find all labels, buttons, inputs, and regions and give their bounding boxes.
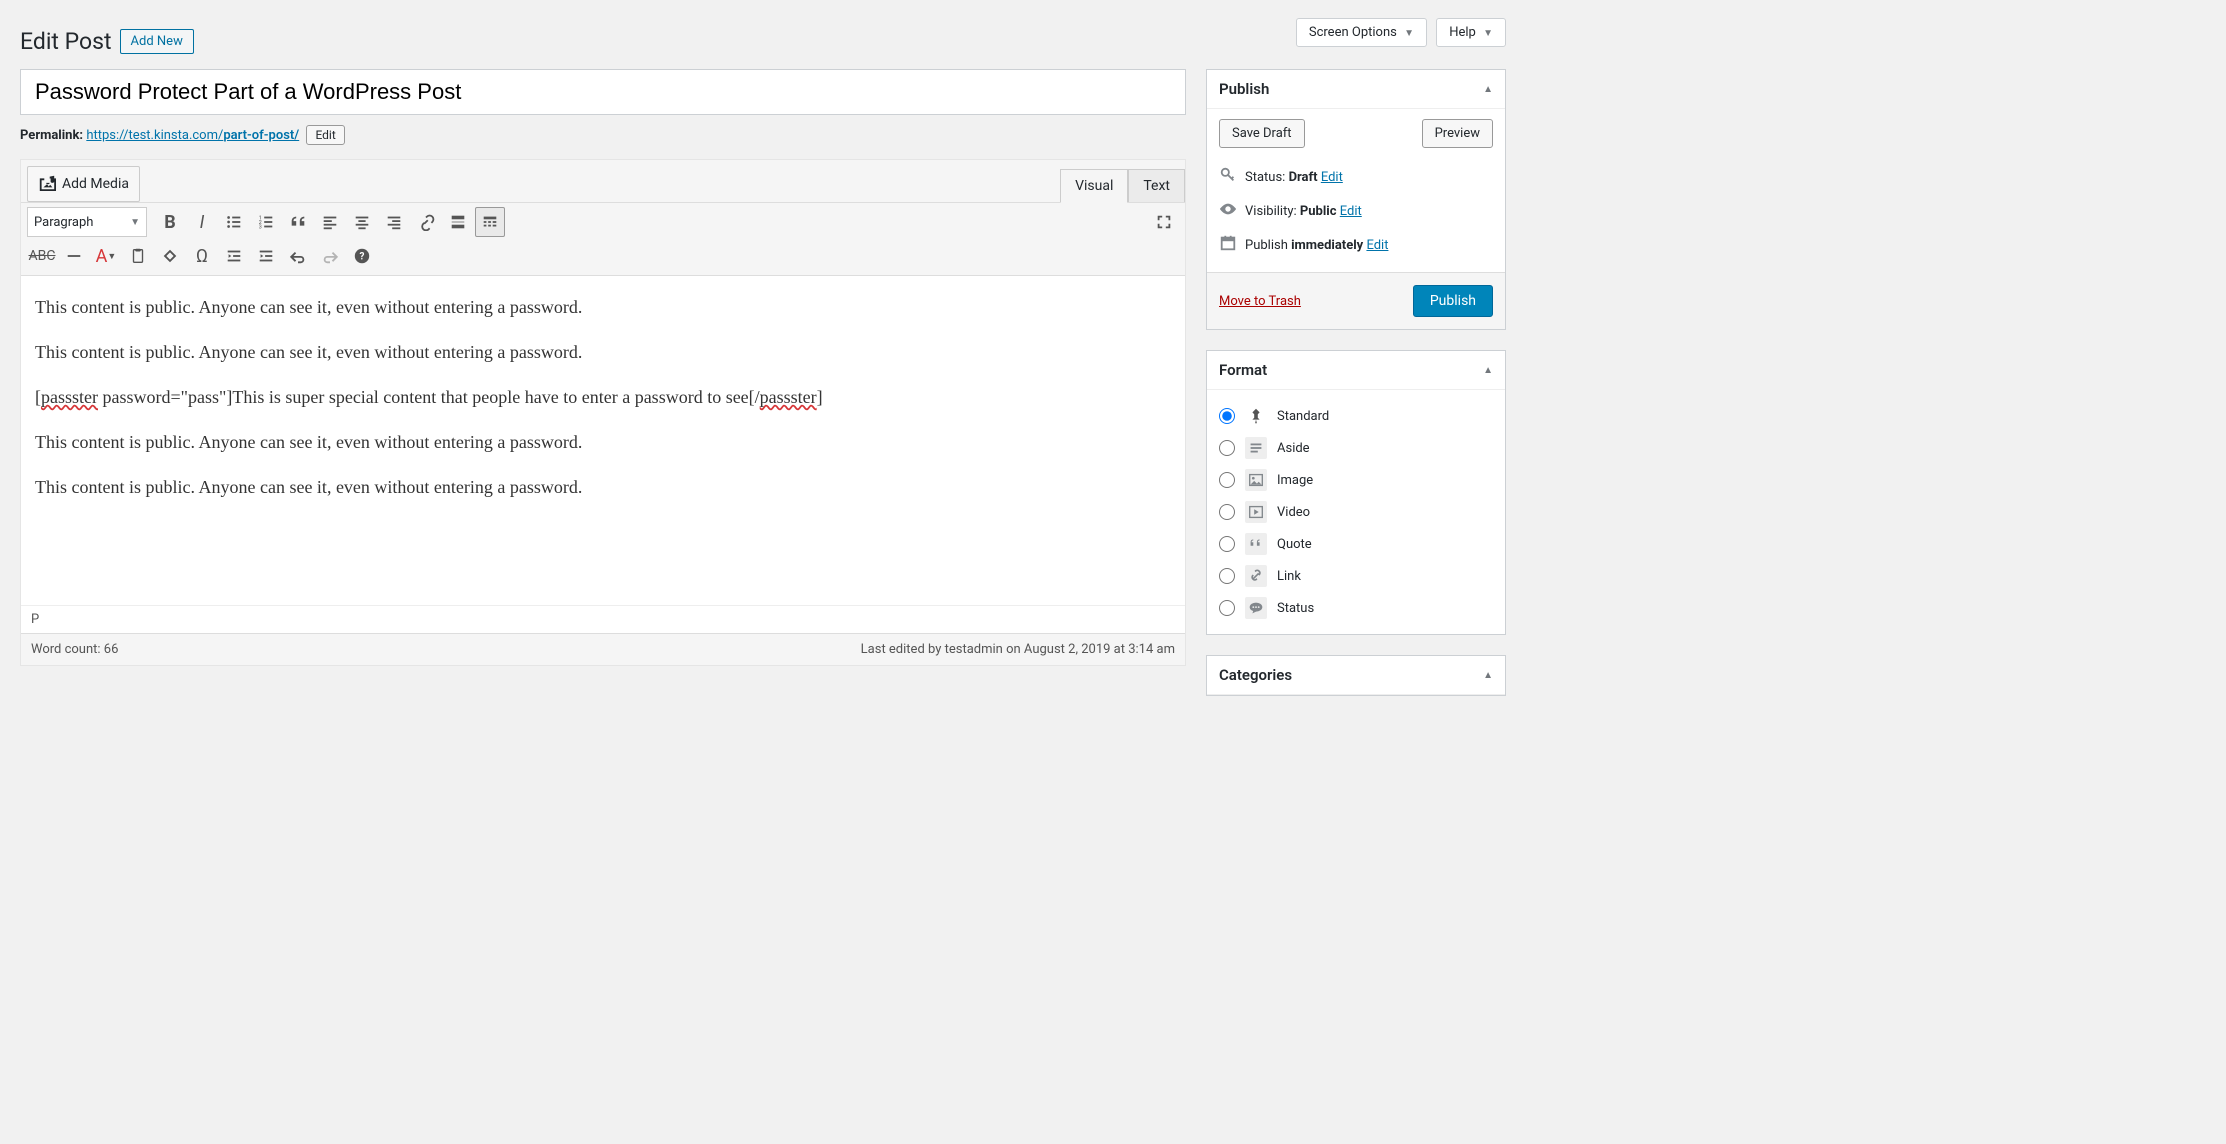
- undo-button[interactable]: [283, 241, 313, 271]
- tab-text[interactable]: Text: [1128, 169, 1185, 202]
- format-option-link[interactable]: Link: [1219, 560, 1493, 592]
- add-media-button[interactable]: Add Media: [27, 166, 140, 202]
- edit-permalink-button[interactable]: Edit: [306, 125, 344, 145]
- quote-icon: [1245, 533, 1267, 555]
- blockquote-button[interactable]: [283, 207, 313, 237]
- special-character-button[interactable]: Ω: [187, 241, 217, 271]
- help-tab[interactable]: Help ▼: [1436, 18, 1506, 47]
- chevron-up-icon: ▲: [1483, 670, 1493, 681]
- format-select[interactable]: Paragraph▼: [27, 207, 147, 237]
- strikethrough-button[interactable]: ABC: [27, 241, 57, 271]
- link-button[interactable]: [411, 207, 441, 237]
- content-paragraph: This content is public. Anyone can see i…: [35, 429, 1171, 456]
- outdent-button[interactable]: [219, 241, 249, 271]
- edit-visibility-link[interactable]: Edit: [1340, 204, 1362, 219]
- preview-button[interactable]: Preview: [1422, 119, 1493, 148]
- move-to-trash-link[interactable]: Move to Trash: [1219, 294, 1301, 309]
- indent-button[interactable]: [251, 241, 281, 271]
- publish-panel: Publish ▲ Save Draft Preview Status: Dra…: [1206, 69, 1506, 330]
- image-icon: [1245, 469, 1267, 491]
- svg-text:?: ?: [360, 252, 365, 263]
- content-paragraph: This content is public. Anyone can see i…: [35, 474, 1171, 501]
- content-paragraph: This content is public. Anyone can see i…: [35, 294, 1171, 321]
- align-right-button[interactable]: [379, 207, 409, 237]
- format-option-image[interactable]: Image: [1219, 464, 1493, 496]
- camera-music-icon: [38, 173, 56, 195]
- pushpin-icon: [1245, 405, 1267, 427]
- italic-button[interactable]: I: [187, 207, 217, 237]
- element-path[interactable]: P: [21, 605, 1185, 633]
- chevron-down-icon: ▼: [1483, 28, 1493, 39]
- read-more-button[interactable]: [443, 207, 473, 237]
- redo-button[interactable]: [315, 241, 345, 271]
- save-draft-button[interactable]: Save Draft: [1219, 119, 1305, 148]
- page-title: Edit Post: [20, 28, 112, 55]
- word-count: Word count: 66: [31, 642, 118, 657]
- chevron-up-icon: ▲: [1483, 84, 1493, 95]
- content-paragraph: This content is public. Anyone can see i…: [35, 339, 1171, 366]
- fullscreen-button[interactable]: [1149, 207, 1179, 237]
- publish-panel-header[interactable]: Publish ▲: [1207, 70, 1505, 109]
- numbered-list-button[interactable]: 123: [251, 207, 281, 237]
- permalink-link[interactable]: https://test.kinsta.com/part-of-post/: [86, 128, 299, 143]
- format-option-status[interactable]: Status: [1219, 592, 1493, 624]
- categories-panel-header[interactable]: Categories ▲: [1207, 656, 1505, 695]
- format-option-quote[interactable]: Quote: [1219, 528, 1493, 560]
- format-option-standard[interactable]: Standard: [1219, 400, 1493, 432]
- status-icon: [1245, 597, 1267, 619]
- format-panel-header[interactable]: Format ▲: [1207, 351, 1505, 390]
- post-title-input[interactable]: [20, 69, 1186, 115]
- permalink-label: Permalink:: [20, 128, 83, 143]
- aside-icon: [1245, 437, 1267, 459]
- toolbar-toggle-button[interactable]: [475, 207, 505, 237]
- tab-visual[interactable]: Visual: [1060, 169, 1128, 203]
- text-color-button[interactable]: A ▼: [91, 241, 121, 271]
- screen-options-tab[interactable]: Screen Options ▼: [1296, 18, 1427, 47]
- help-button[interactable]: ?: [347, 241, 377, 271]
- add-new-button[interactable]: Add New: [120, 29, 194, 54]
- align-center-button[interactable]: [347, 207, 377, 237]
- eye-icon: [1219, 200, 1237, 222]
- format-option-aside[interactable]: Aside: [1219, 432, 1493, 464]
- align-left-button[interactable]: [315, 207, 345, 237]
- chevron-down-icon: ▼: [1404, 28, 1414, 39]
- paste-text-button[interactable]: [123, 241, 153, 271]
- clear-formatting-button[interactable]: [155, 241, 185, 271]
- horizontal-rule-button[interactable]: [59, 241, 89, 271]
- content-editor[interactable]: This content is public. Anyone can see i…: [21, 275, 1185, 605]
- edit-schedule-link[interactable]: Edit: [1366, 238, 1388, 253]
- calendar-icon: [1219, 234, 1237, 256]
- bold-button[interactable]: B: [155, 207, 185, 237]
- publish-button[interactable]: Publish: [1413, 285, 1493, 317]
- last-edited: Last edited by testadmin on August 2, 20…: [861, 642, 1175, 657]
- video-icon: [1245, 501, 1267, 523]
- categories-panel: Categories ▲: [1206, 655, 1506, 696]
- content-paragraph: [passster password="pass"]This is super …: [35, 384, 1171, 411]
- key-icon: [1219, 166, 1237, 188]
- svg-text:3: 3: [259, 224, 262, 230]
- format-panel: Format ▲ Standard Aside: [1206, 350, 1506, 635]
- chevron-up-icon: ▲: [1483, 365, 1493, 376]
- link-icon: [1245, 565, 1267, 587]
- bulleted-list-button[interactable]: [219, 207, 249, 237]
- edit-status-link[interactable]: Edit: [1321, 170, 1343, 185]
- format-option-video[interactable]: Video: [1219, 496, 1493, 528]
